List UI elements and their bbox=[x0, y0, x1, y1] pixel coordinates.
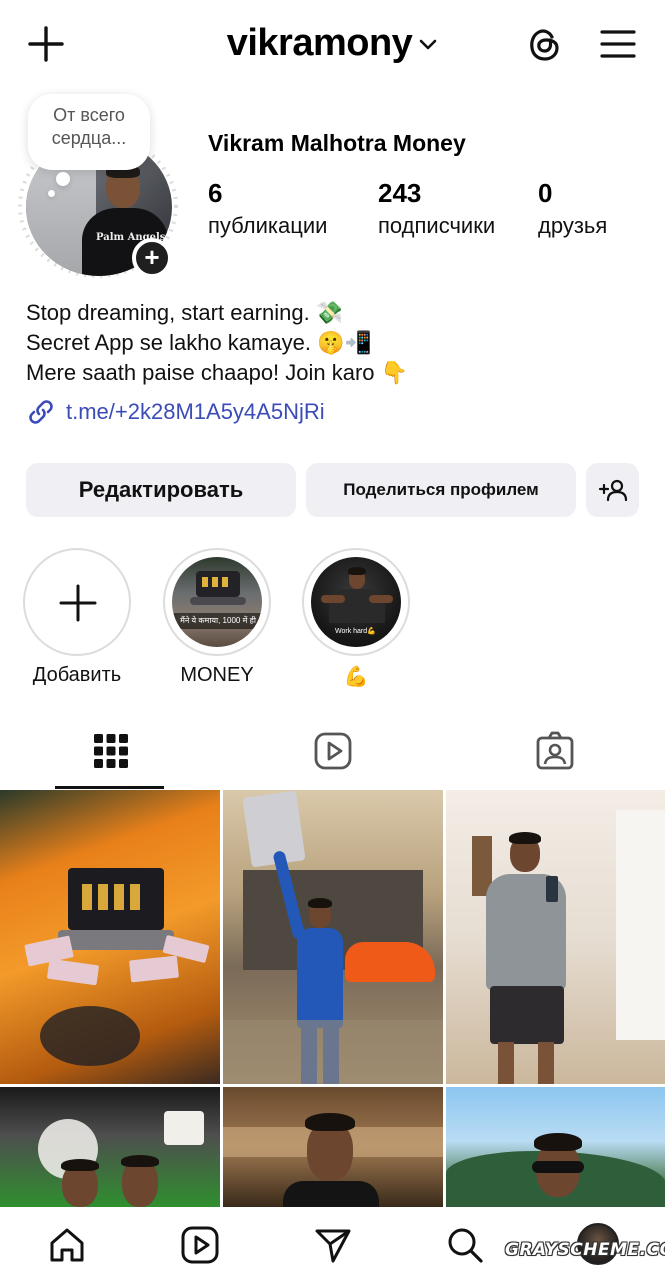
followers-stat[interactable]: 243 подписчики bbox=[378, 178, 495, 239]
tagged-icon[interactable] bbox=[535, 730, 575, 772]
post-thumbnail[interactable] bbox=[0, 1087, 220, 1207]
followers-count: 243 bbox=[378, 178, 422, 208]
post-thumbnail[interactable] bbox=[0, 790, 220, 1084]
search-icon[interactable] bbox=[445, 1225, 485, 1265]
highlight-add[interactable]: Добавить bbox=[22, 548, 132, 687]
highlight-money[interactable]: मैंने ये कमाया, 1000 में ही MONEY bbox=[162, 548, 272, 687]
post-thumbnail[interactable] bbox=[223, 790, 443, 1084]
discover-people-button[interactable] bbox=[586, 463, 639, 517]
note-bubble[interactable]: От всего сердца... bbox=[28, 94, 150, 170]
bio: Stop dreaming, start earning. 💸 Secret A… bbox=[26, 298, 408, 388]
highlight-label: 💪 bbox=[343, 666, 369, 688]
post-thumbnail[interactable] bbox=[446, 790, 665, 1084]
home-icon[interactable] bbox=[47, 1225, 87, 1265]
followers-label: подписчики bbox=[378, 213, 496, 238]
link-icon bbox=[29, 400, 53, 424]
friends-label: друзья bbox=[538, 213, 608, 238]
posts-stat[interactable]: 6 публикации bbox=[208, 178, 327, 239]
username-switcher[interactable]: vikramony bbox=[0, 22, 665, 65]
highlight-label: Добавить bbox=[32, 664, 122, 686]
threads-icon[interactable] bbox=[524, 24, 564, 64]
direct-icon[interactable] bbox=[313, 1225, 353, 1265]
plus-icon bbox=[59, 584, 97, 622]
highlight-workhard[interactable]: Work hard💪 💪 bbox=[301, 548, 411, 689]
share-profile-button[interactable]: Поделиться профилем bbox=[306, 463, 576, 517]
top-bar: vikramony bbox=[0, 0, 665, 90]
menu-icon[interactable] bbox=[598, 26, 638, 62]
highlight-cover-caption: मैंने ये कमाया, 1000 में ही bbox=[180, 616, 256, 625]
friends-count: 0 bbox=[538, 178, 553, 208]
post-thumbnail[interactable] bbox=[446, 1087, 665, 1207]
post-thumbnail[interactable] bbox=[223, 1087, 443, 1207]
bio-link[interactable]: t.me/+2k28M1A5y4A5NjRi bbox=[26, 397, 325, 427]
username-title: vikramony bbox=[226, 22, 413, 64]
posts-count: 6 bbox=[208, 178, 223, 208]
bio-line: Stop dreaming, start earning. 💸 bbox=[26, 300, 344, 325]
highlight-cover-caption: Work hard💪 bbox=[335, 628, 376, 635]
link-text: t.me/+2k28M1A5y4A5NjRi bbox=[66, 399, 325, 424]
active-tab-indicator bbox=[55, 786, 164, 789]
edit-profile-button[interactable]: Редактировать bbox=[26, 463, 296, 517]
bio-line: Mere saath paise chaapo! Join karo 👇 bbox=[26, 360, 409, 385]
reels-icon[interactable] bbox=[180, 1225, 220, 1265]
add-person-icon bbox=[598, 479, 627, 502]
full-name: Vikram Malhotra Money bbox=[208, 130, 466, 156]
watermark: GRAYSCHEME.COM bbox=[505, 1240, 665, 1260]
friends-stat[interactable]: 0 друзья bbox=[538, 178, 607, 239]
grid-icon[interactable] bbox=[91, 730, 131, 772]
highlight-cover: Work hard💪 bbox=[311, 557, 401, 647]
add-story-button[interactable]: + bbox=[132, 238, 172, 278]
bio-line: Secret App se lakho kamaye. 🤫📲 bbox=[26, 330, 372, 355]
highlight-cover: मैंने ये कमाया, 1000 में ही bbox=[172, 557, 262, 647]
posts-label: публикации bbox=[208, 213, 328, 238]
chevron-down-icon bbox=[419, 39, 437, 50]
reels-icon[interactable] bbox=[313, 730, 353, 772]
highlight-label: MONEY bbox=[180, 664, 254, 686]
